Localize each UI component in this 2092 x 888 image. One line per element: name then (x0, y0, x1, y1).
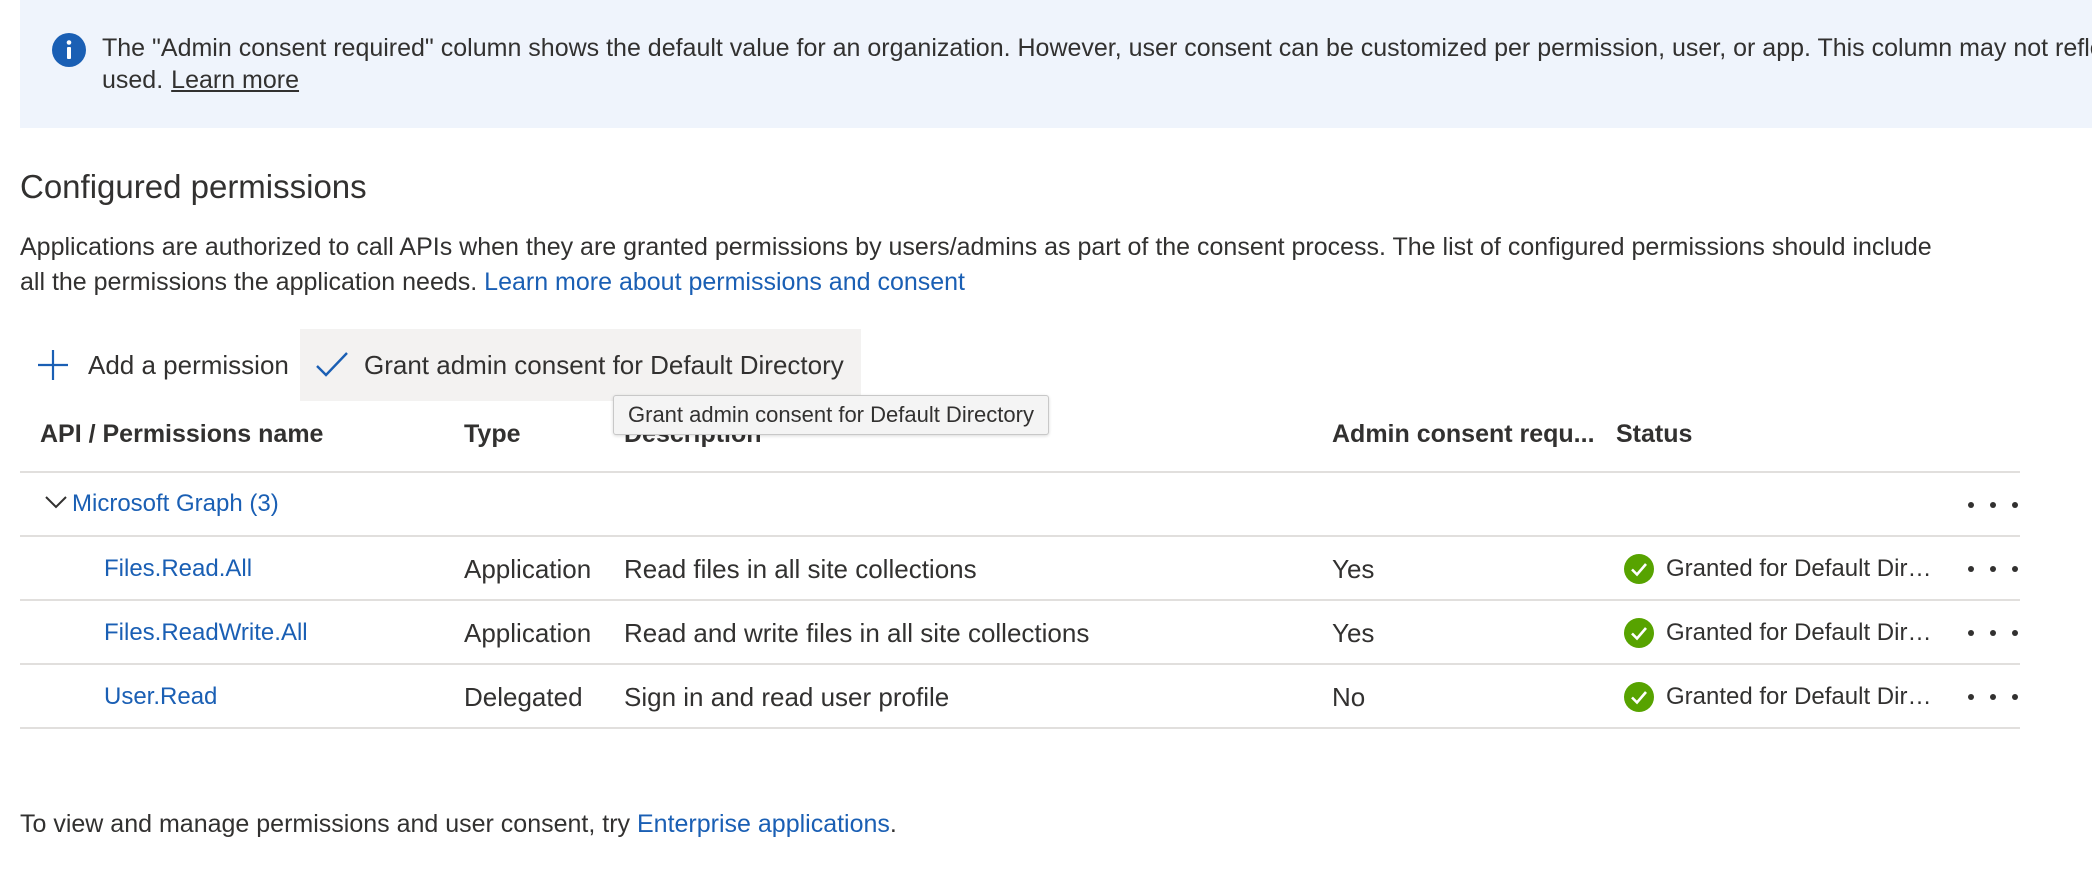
table-row: Files.Read.All Application Read files in… (20, 538, 2020, 600)
granted-check-icon (1624, 554, 1654, 584)
grant-admin-consent-button[interactable]: Grant admin consent for Default Director… (300, 329, 861, 401)
admin-consent-value: Yes (1332, 618, 1375, 648)
permission-type: Application (464, 618, 592, 648)
footer-text: To view and manage permissions and user … (20, 810, 897, 839)
add-permission-label: Add a permission (88, 349, 289, 380)
header-status: Status (1616, 420, 1693, 448)
checkmark-icon (316, 352, 348, 377)
info-banner: The "Admin consent required" column show… (20, 0, 2092, 128)
status-cell: Granted for Default Directory (1624, 602, 1940, 664)
section-description: Applications are authorized to call APIs… (20, 230, 2040, 300)
status-cell: Granted for Default Directory (1624, 666, 1940, 728)
permission-name-link[interactable]: User.Read (104, 666, 217, 728)
learn-more-permissions-link[interactable]: Learn more about permissions and consent (484, 268, 965, 296)
header-divider (20, 471, 2020, 473)
granted-check-icon (1624, 618, 1654, 648)
table-row: Files.ReadWrite.All Application Read and… (20, 602, 2020, 664)
header-admin-consent-required: Admin consent requ... (1332, 420, 1595, 448)
grant-admin-consent-label: Grant admin consent for Default Director… (364, 349, 844, 380)
enterprise-applications-link[interactable]: Enterprise applications (637, 810, 890, 838)
description-line-1: Applications are authorized to call APIs… (20, 233, 1932, 261)
status-text: Granted for Default Directory (1666, 683, 1940, 710)
permission-description: Read files in all site collections (624, 554, 977, 584)
more-actions-icon[interactable] (1968, 490, 2018, 520)
chevron-down-icon[interactable] (44, 494, 68, 510)
permission-description: Read and write files in all site collect… (624, 618, 1090, 648)
section-title: Configured permissions (20, 168, 367, 205)
row-divider (20, 535, 2020, 537)
more-actions-icon[interactable] (1968, 682, 2018, 712)
more-actions-icon[interactable] (1968, 618, 2018, 648)
banner-learn-more-link[interactable]: Learn more (171, 66, 299, 94)
banner-text: The "Admin consent required" column show… (102, 32, 2092, 96)
grant-consent-tooltip: Grant admin consent for Default Director… (613, 395, 1049, 435)
more-actions-icon[interactable] (1968, 554, 2018, 584)
permission-type: Delegated (464, 682, 583, 712)
banner-line-2: used. (102, 66, 164, 94)
status-text: Granted for Default Directory (1666, 555, 1940, 582)
group-row-microsoft-graph[interactable]: Microsoft Graph (3) (20, 474, 2020, 536)
permission-description: Sign in and read user profile (624, 682, 950, 712)
group-label-microsoft-graph[interactable]: Microsoft Graph (3) (72, 490, 279, 518)
api-permissions-page: The "Admin consent required" column show… (0, 0, 2092, 888)
row-divider (20, 727, 2020, 729)
info-icon (52, 33, 86, 67)
table-row: User.Read Delegated Sign in and read use… (20, 666, 2020, 728)
granted-check-icon (1624, 682, 1654, 712)
permission-type: Application (464, 554, 592, 584)
footer-prefix: To view and manage permissions and user … (20, 810, 631, 838)
permission-name-link[interactable]: Files.Read.All (104, 538, 252, 600)
status-cell: Granted for Default Directory (1624, 538, 1940, 600)
row-divider (20, 663, 2020, 665)
permission-name-link[interactable]: Files.ReadWrite.All (104, 602, 308, 664)
description-line-2: all the permissions the application need… (20, 268, 478, 296)
add-permission-button[interactable]: Add a permission (20, 329, 300, 401)
header-api-permissions-name: API / Permissions name (40, 420, 324, 448)
footer-period: . (889, 810, 897, 838)
header-type: Type (464, 420, 521, 448)
admin-consent-value: No (1332, 682, 1366, 712)
admin-consent-value: Yes (1332, 554, 1375, 584)
plus-icon (38, 350, 68, 380)
banner-line-1: The "Admin consent required" column show… (102, 34, 2092, 62)
status-text: Granted for Default Directory (1666, 619, 1940, 646)
row-divider (20, 599, 2020, 601)
